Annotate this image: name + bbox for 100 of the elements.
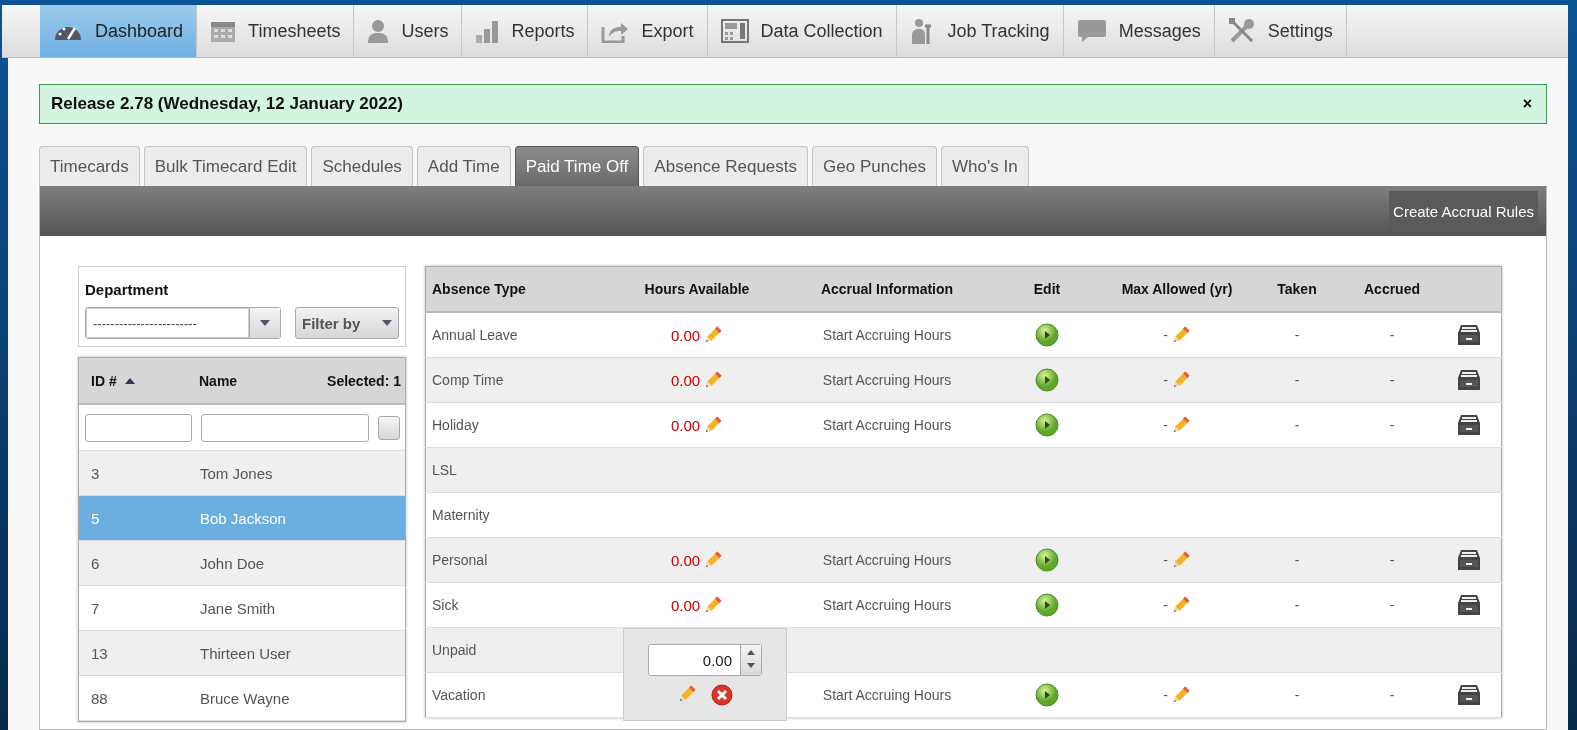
absence-type-cell: Unpaid [432,642,477,658]
name-cell: John Doe [200,554,265,572]
play-icon[interactable] [1035,323,1059,347]
tab[interactable]: Paid Time Off [514,146,640,186]
play-icon[interactable] [1035,548,1059,572]
taken-cell: - [1294,372,1300,388]
accrued-cell: - [1389,687,1395,703]
pencil-icon[interactable] [703,325,724,345]
taken-cell: - [1294,327,1300,343]
max-allowed-cell: - [1163,372,1168,388]
absence-type-cell: Maternity [432,507,490,523]
accrual-info-cell: Start Accruing Hours [822,417,952,433]
nav-item[interactable]: Export [588,5,708,57]
max-allowed-cell: - [1163,417,1168,433]
employee-row[interactable]: 7 Jane Smith [79,586,405,631]
column-header: Accrued [1364,281,1420,297]
column-header: Hours Available [644,281,750,297]
id-cell-text: 3 [91,464,101,482]
archive-icon[interactable] [1457,324,1481,346]
accrued-cell: - [1389,327,1395,343]
pencil-icon[interactable] [703,595,724,615]
nav-item[interactable]: Messages [1063,5,1215,57]
archive-icon[interactable] [1457,684,1481,706]
id-cell-text: 6 [91,554,101,572]
accrual-info-cell: Start Accruing Hours [822,372,952,388]
employee-row[interactable]: 3 Tom Jones [79,451,405,496]
column-header[interactable]: ID # [91,372,117,389]
bar-chart-icon [475,19,500,43]
name-cell: Bruce Wayne [200,689,290,707]
archive-icon[interactable] [1457,549,1481,571]
tab[interactable]: Timecards [39,146,140,186]
accrual-info-cell: Start Accruing Hours [822,552,952,568]
selected-count: Selected: 1 [327,372,401,389]
tab[interactable]: Schedules [311,146,413,186]
nav-item[interactable]: Timesheets [197,5,355,57]
department-label: Department [85,281,170,298]
nav-item[interactable]: Job Tracking [896,5,1064,57]
id-filter-field[interactable] [85,413,192,442]
id-cell-text: 88 [91,689,109,707]
pencil-icon[interactable] [703,550,724,570]
archive-icon[interactable] [1457,369,1481,391]
name-cell: Jane Smith [200,599,276,617]
tab[interactable]: Geo Punches [812,146,938,186]
calendar-icon [210,19,237,43]
accrual-info-cell: Start Accruing Hours [822,597,952,613]
close-button[interactable]: × [1520,95,1534,113]
tab[interactable]: Who's In [941,146,1029,186]
sort-ascending-icon [124,377,135,384]
name-filter-field[interactable] [201,413,369,442]
column-header: Accrual Information [820,281,954,297]
filter-by-dropdown[interactable]: Filter by [295,307,399,339]
play-icon[interactable] [1035,368,1059,392]
column-header[interactable]: Name [199,372,328,389]
name-cell: Tom Jones [200,464,273,482]
accrued-cell: - [1389,597,1395,613]
pencil-icon[interactable] [677,683,697,704]
id-cell-text: 13 [91,644,109,662]
max-allowed-cell: - [1163,327,1168,343]
id-cell-text: 7 [91,599,101,617]
play-icon[interactable] [1035,683,1059,707]
tools-icon [1227,17,1256,45]
department-dropdown[interactable]: ------------------------ [85,307,281,339]
tab[interactable]: Add Time [416,146,511,186]
taken-cell: - [1294,552,1300,568]
hours-available-cell: 0.00 [670,371,701,389]
archive-icon[interactable] [1457,594,1481,616]
taken-cell: - [1294,597,1300,613]
nav-item[interactable]: Reports [462,5,589,57]
taken-cell: - [1294,687,1300,703]
accrual-info-cell: Start Accruing Hours [822,327,952,343]
absence-type-cell: Holiday [432,417,479,433]
employee-row[interactable]: 13 Thirteen User [79,631,405,676]
column-header: Absence Type [432,281,526,297]
pencil-icon[interactable] [703,370,724,390]
release-message: Release 2.78 (Wednesday, 12 January 2022) [51,94,403,114]
absence-type-cell: Annual Leave [432,327,518,343]
nav-item[interactable]: Data Collection [707,5,897,57]
tab[interactable]: Absence Requests [643,146,809,186]
play-icon[interactable] [1035,413,1059,437]
nav-item[interactable]: Settings [1214,5,1347,57]
absence-type-cell: Personal [432,552,488,568]
absence-type-cell: Comp Time [432,372,504,388]
speech-bubble-icon [1076,19,1107,43]
accrual-info-cell: Start Accruing Hours [822,687,952,703]
pencil-icon[interactable] [703,415,724,435]
max-allowed-cell: - [1163,552,1168,568]
archive-icon[interactable] [1457,414,1481,436]
nav-item[interactable]: Users [354,5,463,57]
hours-input-field[interactable]: 0.00 [648,643,762,676]
absence-type-cell: Sick [432,597,459,613]
employee-row[interactable]: 88 Bruce Wayne [79,676,405,721]
tab[interactable]: Bulk Timecard Edit [143,146,308,186]
hours-available-cell: 0.00 [670,596,701,614]
nav-item[interactable]: Dashboard [40,5,198,57]
play-icon[interactable] [1035,593,1059,617]
caret-icon [260,320,270,326]
employee-row[interactable]: 6 John Doe [79,541,405,586]
taken-cell: - [1294,417,1300,433]
max-allowed-cell: - [1163,687,1168,703]
cancel-icon[interactable] [711,683,733,706]
